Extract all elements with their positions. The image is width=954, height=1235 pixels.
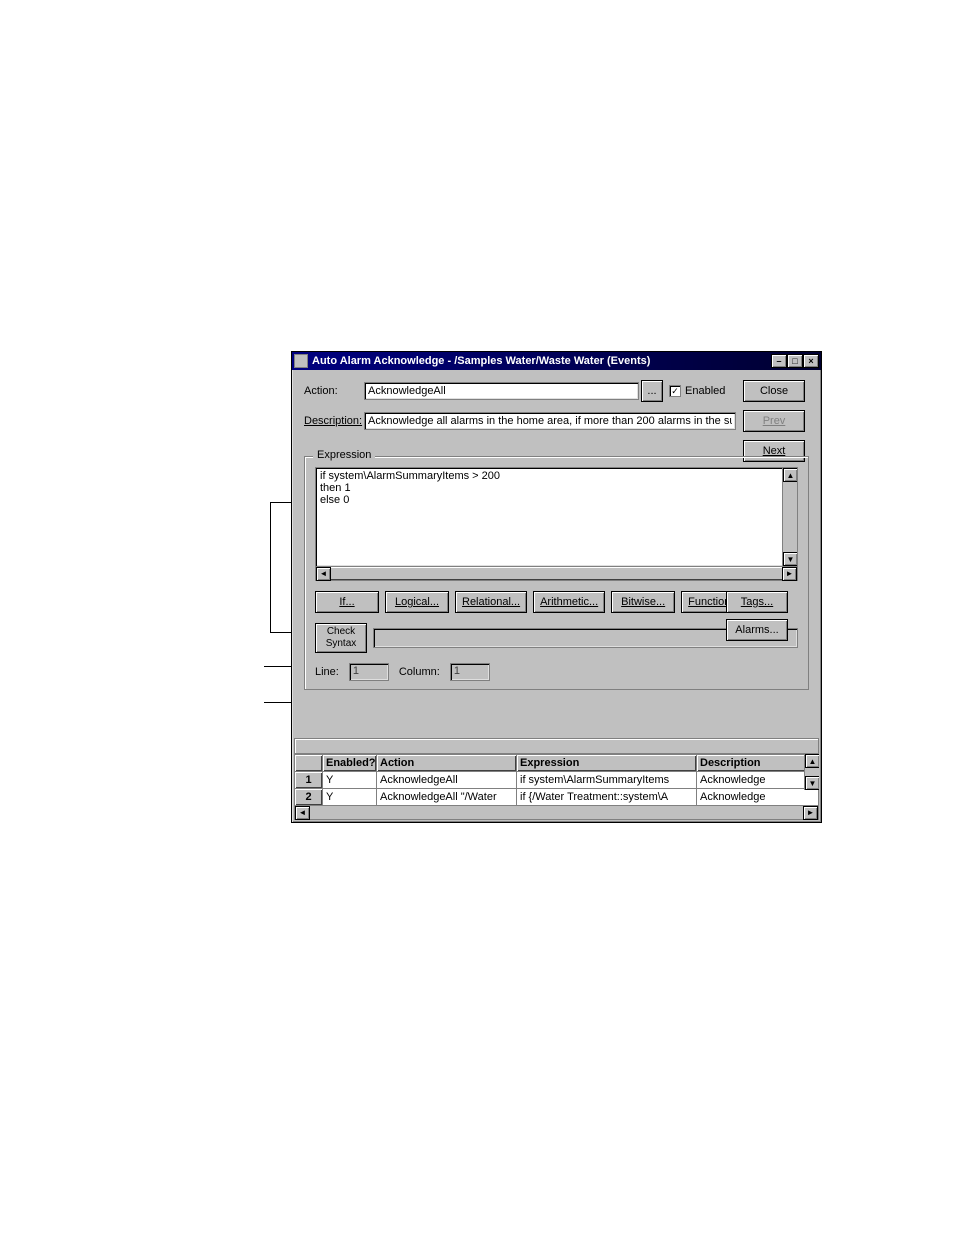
close-button[interactable]: Close bbox=[743, 380, 805, 402]
expression-hscroll[interactable]: ◄ ► bbox=[315, 566, 798, 581]
table-header-row: Enabled? Action Expression Description bbox=[295, 755, 819, 772]
maximize-button[interactable]: □ bbox=[787, 354, 803, 368]
table-row[interactable]: 1 Y AcknowledgeAll if system\AlarmSummar… bbox=[295, 772, 819, 789]
cell-enabled[interactable]: Y bbox=[323, 789, 377, 806]
expression-vscroll[interactable]: ▲ ▼ bbox=[782, 468, 797, 566]
scroll-left-icon[interactable]: ◄ bbox=[316, 567, 331, 581]
events-table[interactable]: Enabled? Action Expression Description 1… bbox=[294, 754, 819, 805]
close-window-button[interactable]: × bbox=[803, 354, 819, 368]
enabled-checkbox[interactable]: ✓ bbox=[669, 385, 681, 397]
cell-action[interactable]: AcknowledgeAll "/Water bbox=[377, 789, 517, 806]
col-header-expression[interactable]: Expression bbox=[517, 755, 697, 772]
cell-enabled[interactable]: Y bbox=[323, 772, 377, 789]
line-readout: 1 bbox=[349, 663, 389, 681]
cell-description[interactable]: Acknowledge bbox=[697, 772, 819, 789]
col-header-enabled[interactable]: Enabled? bbox=[323, 755, 377, 772]
table-row[interactable]: 2 Y AcknowledgeAll "/Water if {/Water Tr… bbox=[295, 789, 819, 806]
line-column-row: Line: 1 Column: 1 bbox=[315, 663, 798, 681]
cell-expression[interactable]: if {/Water Treatment::system\A bbox=[517, 789, 697, 806]
bitwise-button[interactable]: Bitwise... bbox=[611, 591, 675, 613]
column-label: Column: bbox=[399, 666, 440, 678]
action-row: Action: ... ✓ Enabled bbox=[304, 380, 809, 402]
dialog-window: Auto Alarm Acknowledge - /Samples Water/… bbox=[291, 351, 822, 823]
if-button[interactable]: If... bbox=[315, 591, 379, 613]
row-number: 1 bbox=[295, 772, 323, 789]
expression-group-label: Expression bbox=[313, 449, 375, 461]
grid-vscroll[interactable]: ▲ ▼ bbox=[804, 754, 819, 790]
row-number: 2 bbox=[295, 789, 323, 806]
tags-button[interactable]: Tags... bbox=[726, 591, 788, 613]
window-title: Auto Alarm Acknowledge - /Samples Water/… bbox=[312, 355, 771, 367]
prev-button[interactable]: Prev bbox=[743, 410, 805, 432]
action-input[interactable] bbox=[364, 382, 639, 400]
minimize-button[interactable]: – bbox=[771, 354, 787, 368]
col-header-description[interactable]: Description bbox=[697, 755, 819, 772]
description-label: Description: bbox=[304, 415, 364, 427]
browse-action-button[interactable]: ... bbox=[641, 380, 663, 402]
description-input[interactable] bbox=[364, 412, 736, 430]
expression-text: if system\AlarmSummaryItems > 200 then 1… bbox=[320, 470, 500, 506]
titlebar[interactable]: Auto Alarm Acknowledge - /Samples Water/… bbox=[292, 352, 821, 370]
logical-button[interactable]: Logical... bbox=[385, 591, 449, 613]
scroll-down-icon[interactable]: ▼ bbox=[805, 776, 819, 790]
expression-textarea[interactable]: if system\AlarmSummaryItems > 200 then 1… bbox=[315, 467, 798, 567]
grid-hscroll[interactable]: ◄ ► bbox=[294, 805, 819, 820]
check-syntax-button[interactable]: Check Syntax bbox=[315, 623, 367, 653]
cell-expression[interactable]: if system\AlarmSummaryItems bbox=[517, 772, 697, 789]
statusbar bbox=[294, 738, 819, 754]
cell-action[interactable]: AcknowledgeAll bbox=[377, 772, 517, 789]
alarms-button[interactable]: Alarms... bbox=[726, 619, 788, 641]
expression-group: Expression if system\AlarmSummaryItems >… bbox=[304, 456, 809, 690]
scroll-right-icon[interactable]: ► bbox=[803, 806, 818, 820]
description-row: Description: bbox=[304, 412, 809, 430]
grid-area: Enabled? Action Expression Description 1… bbox=[294, 754, 819, 820]
action-label: Action: bbox=[304, 385, 364, 397]
arithmetic-button[interactable]: Arithmetic... bbox=[533, 591, 605, 613]
enabled-checkbox-wrap: ✓ Enabled bbox=[669, 385, 725, 397]
annotation-bracket-vertical bbox=[270, 502, 271, 632]
line-label: Line: bbox=[315, 666, 339, 678]
cell-description[interactable]: Acknowledge bbox=[697, 789, 819, 806]
row-header-corner bbox=[295, 755, 323, 772]
app-icon bbox=[294, 354, 308, 368]
enabled-label: Enabled bbox=[685, 385, 725, 397]
relational-button[interactable]: Relational... bbox=[455, 591, 527, 613]
scroll-right-icon[interactable]: ► bbox=[782, 567, 797, 581]
col-header-action[interactable]: Action bbox=[377, 755, 517, 772]
client-area: Close Prev Next Action: ... ✓ Enabled De… bbox=[292, 370, 821, 822]
column-readout: 1 bbox=[450, 663, 490, 681]
scroll-left-icon[interactable]: ◄ bbox=[295, 806, 310, 820]
scroll-up-icon[interactable]: ▲ bbox=[805, 754, 819, 768]
scroll-up-icon[interactable]: ▲ bbox=[783, 468, 798, 482]
scroll-down-icon[interactable]: ▼ bbox=[783, 552, 798, 566]
